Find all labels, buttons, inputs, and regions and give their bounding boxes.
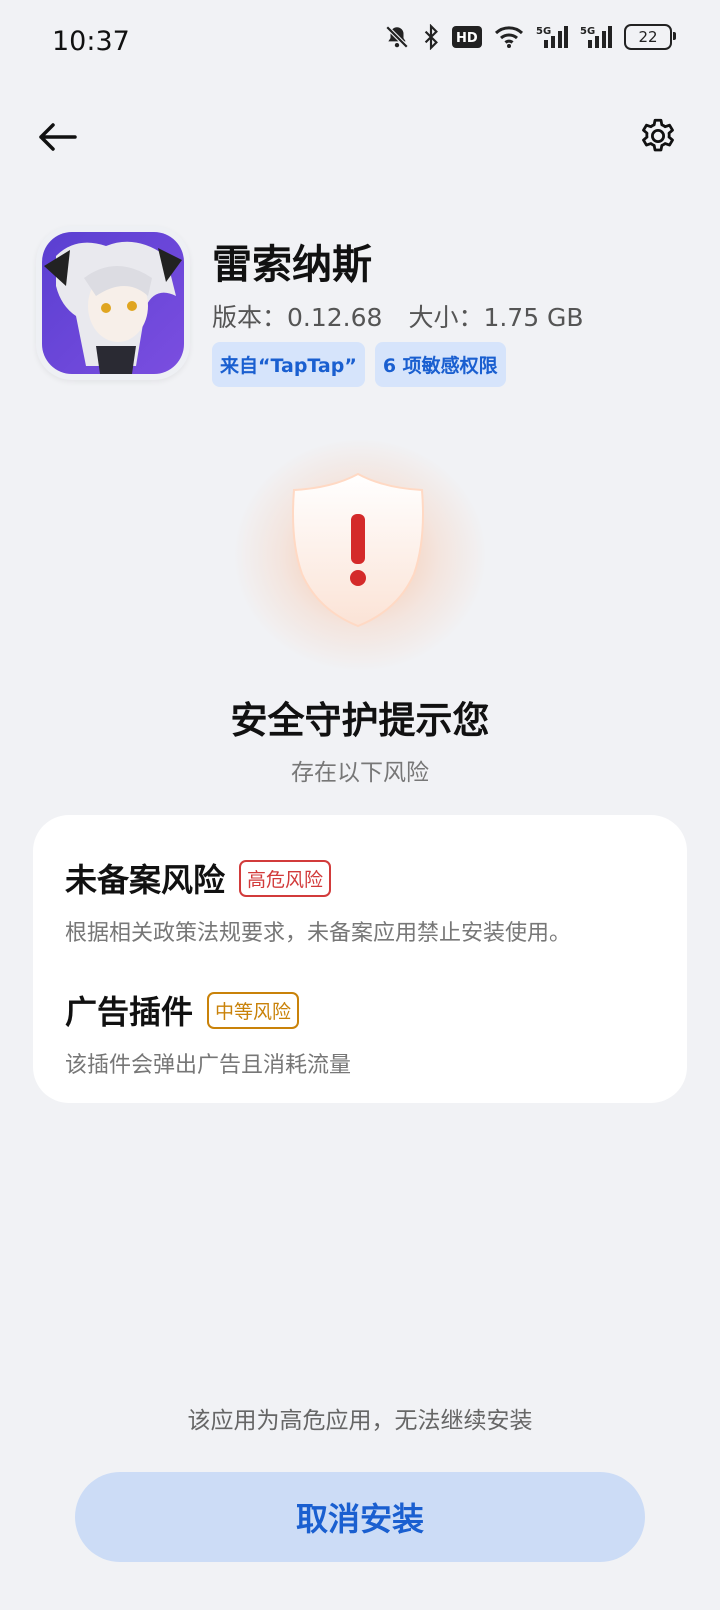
app-name: 雷索纳斯: [212, 242, 372, 288]
permissions-tag[interactable]: 6 项敏感权限: [374, 342, 506, 387]
warning-title: 安全守护提示您: [230, 699, 490, 742]
warning-subtitle: 存在以下风险: [291, 760, 429, 786]
svg-text:5G: 5G: [580, 26, 595, 37]
risk-item: 广告插件 中等风险 该插件会弹出广告且消耗流量: [65, 987, 351, 1079]
status-icons: HD 5G 5G 22: [384, 24, 676, 50]
status-time: 10:37: [52, 26, 130, 57]
risk-name: 未备案风险: [65, 861, 226, 899]
risk-item: 未备案风险 高危风险 根据相关政策法规要求，未备案应用禁止安装使用。: [65, 855, 571, 947]
risk-level-badge: 高危风险: [239, 859, 332, 897]
risk-description: 根据相关政策法规要求，未备案应用禁止安装使用。: [65, 921, 572, 946]
battery-icon: 22: [624, 24, 676, 50]
app-tags: 来自“TapTap” 6 项敏感权限: [212, 342, 506, 387]
footer-note: 该应用为高危应用，无法继续安装: [187, 1408, 533, 1434]
risk-description: 该插件会弹出广告且消耗流量: [65, 1053, 352, 1078]
back-button[interactable]: [30, 110, 84, 164]
risk-card: 未备案风险 高危风险 根据相关政策法规要求，未备案应用禁止安装使用。 广告插件 …: [33, 815, 687, 1103]
settings-button[interactable]: [630, 108, 686, 164]
signal-5g-icon: 5G: [536, 24, 568, 50]
risk-level-badge: 中等风险: [207, 991, 300, 1029]
wifi-icon: [494, 25, 524, 49]
cancel-install-button[interactable]: 取消安装: [75, 1472, 645, 1562]
app-icon: [36, 226, 190, 380]
status-bar: 10:37 HD 5G 5G 22: [0, 0, 720, 86]
source-tag[interactable]: 来自“TapTap”: [212, 342, 365, 387]
hd-icon: HD: [452, 26, 482, 48]
svg-text:5G: 5G: [536, 26, 551, 37]
svg-text:HD: HD: [456, 31, 478, 46]
shield-warning-icon: [292, 472, 424, 628]
app-meta: 版本：0.12.68 大小：1.75 GB: [212, 298, 610, 334]
app-version: 版本：0.12.68: [212, 303, 383, 332]
bell-off-icon: [384, 24, 410, 50]
app-size: 大小：1.75 GB: [408, 303, 584, 332]
bluetooth-icon: [422, 24, 440, 50]
risk-name: 广告插件: [65, 993, 194, 1031]
gear-icon: [642, 118, 674, 152]
back-arrow-icon: [39, 123, 77, 151]
signal-5g-icon: 5G: [580, 24, 612, 50]
